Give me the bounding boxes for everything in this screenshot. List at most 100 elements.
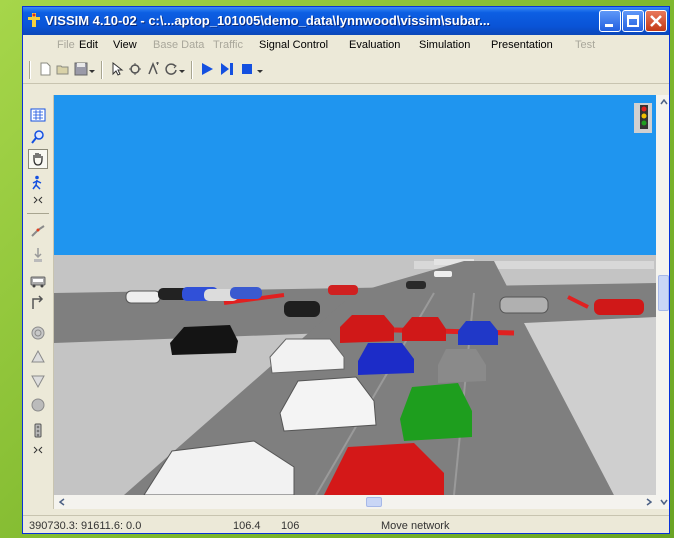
simulation-dropdown[interactable] bbox=[255, 61, 265, 77]
new-file-icon bbox=[40, 62, 51, 76]
vehicle-input-button[interactable] bbox=[28, 245, 48, 265]
rotate-icon bbox=[165, 63, 177, 75]
hand-pan-icon bbox=[33, 153, 43, 166]
warning-triangle-icon bbox=[31, 349, 45, 363]
menu-file[interactable]: File bbox=[57, 39, 75, 51]
vissim-app-icon bbox=[28, 13, 40, 27]
scroll-right-arrow[interactable] bbox=[641, 495, 656, 509]
pedestrian-icon bbox=[32, 175, 42, 190]
minimize-button[interactable] bbox=[599, 10, 621, 32]
detectors-button[interactable] bbox=[28, 395, 48, 415]
dropdown-arrow-icon bbox=[89, 70, 95, 73]
expand-arrows-icon bbox=[33, 196, 43, 204]
main-toolbar bbox=[23, 57, 669, 84]
link-connector-icon bbox=[31, 225, 45, 237]
simulation-scene bbox=[54, 95, 656, 495]
menu-presentation[interactable]: Presentation bbox=[491, 39, 553, 51]
expand-arrows-icon bbox=[33, 446, 43, 454]
scroll-up-arrow[interactable] bbox=[656, 95, 669, 109]
chevron-left-icon bbox=[58, 498, 64, 506]
step-button[interactable] bbox=[219, 61, 235, 77]
menu-evaluation[interactable]: Evaluation bbox=[349, 39, 400, 51]
maximize-icon bbox=[627, 15, 639, 27]
vissim-window: VISSIM 4.10-02 - c:\...aptop_101005\demo… bbox=[22, 6, 670, 534]
window-title: VISSIM 4.10-02 - c:\...aptop_101005\demo… bbox=[45, 13, 491, 28]
vertical-scroll-thumb[interactable] bbox=[658, 275, 669, 311]
sky bbox=[54, 95, 656, 257]
play-icon bbox=[202, 63, 213, 75]
title-bar[interactable]: VISSIM 4.10-02 - c:\...aptop_101005\demo… bbox=[23, 7, 669, 35]
vehicle-input-icon bbox=[34, 248, 42, 262]
status-coordinates: 390730.3: 91611.6: 0.0 bbox=[29, 520, 142, 532]
select-button[interactable] bbox=[109, 61, 125, 77]
expand-button[interactable] bbox=[28, 193, 48, 207]
dropdown-arrow-icon bbox=[257, 70, 263, 73]
rotate-dropdown[interactable] bbox=[177, 61, 187, 77]
minimize-icon bbox=[605, 24, 613, 27]
status-value-1: 106.4 bbox=[233, 520, 261, 532]
open-folder-icon bbox=[56, 65, 69, 75]
zoom-button[interactable] bbox=[28, 127, 48, 147]
close-icon bbox=[650, 15, 662, 27]
route-icon bbox=[32, 295, 44, 309]
fly-mode-icon bbox=[148, 62, 159, 75]
menu-test[interactable]: Test bbox=[575, 39, 595, 51]
expand-lower-button[interactable] bbox=[28, 443, 48, 457]
background-button[interactable] bbox=[28, 105, 48, 125]
priority-rules-button[interactable] bbox=[28, 347, 48, 367]
menu-base-data[interactable]: Base Data bbox=[153, 39, 204, 51]
status-bar: 390730.3: 91611.6: 0.0 106.4 106 Move ne… bbox=[23, 515, 669, 533]
rotate-view-icon bbox=[129, 63, 141, 75]
chevron-right-icon bbox=[646, 498, 652, 506]
chevron-down-icon bbox=[659, 499, 668, 505]
stop-icon bbox=[242, 64, 252, 74]
signal-heads-button[interactable] bbox=[28, 421, 48, 441]
save-dropdown[interactable] bbox=[87, 61, 97, 77]
play-button[interactable] bbox=[199, 61, 215, 77]
menu-signal-control[interactable]: Signal Control bbox=[259, 39, 328, 51]
maximize-button[interactable] bbox=[622, 10, 644, 32]
detector-circle-icon bbox=[31, 398, 45, 412]
pointer-arrow-icon bbox=[112, 62, 124, 76]
bus-icon bbox=[30, 276, 46, 288]
network-toolbar bbox=[23, 95, 54, 509]
toolbar-separator bbox=[191, 61, 193, 79]
links-button[interactable] bbox=[28, 221, 48, 241]
menu-simulation[interactable]: Simulation bbox=[419, 39, 470, 51]
chevron-up-icon bbox=[659, 99, 668, 105]
new-button[interactable] bbox=[37, 61, 53, 77]
yield-triangle-icon bbox=[31, 375, 45, 389]
menu-view[interactable]: View bbox=[113, 39, 137, 51]
pan-button[interactable] bbox=[28, 149, 48, 169]
status-value-2: 106 bbox=[281, 520, 300, 532]
close-button[interactable] bbox=[645, 10, 667, 32]
pedestrian-button[interactable] bbox=[28, 173, 48, 193]
scroll-down-arrow[interactable] bbox=[656, 495, 669, 509]
menu-bar: File Edit View Base Data Traffic Signal … bbox=[23, 35, 669, 57]
fly-mode-button[interactable] bbox=[145, 61, 161, 77]
stop-sign-icon bbox=[31, 326, 45, 340]
signal-head-icon bbox=[34, 423, 42, 438]
routes-button[interactable] bbox=[28, 293, 48, 313]
magnifier-icon bbox=[31, 130, 44, 144]
menu-edit[interactable]: Edit bbox=[79, 39, 98, 51]
horizontal-scrollbar[interactable] bbox=[54, 495, 656, 509]
scroll-left-arrow[interactable] bbox=[54, 495, 69, 509]
stop-button[interactable] bbox=[239, 61, 255, 77]
rotate-view-button[interactable] bbox=[127, 61, 143, 77]
stop-sign-button[interactable] bbox=[28, 323, 48, 343]
network-3d-view[interactable] bbox=[54, 95, 656, 495]
dropdown-arrow-icon bbox=[179, 70, 185, 73]
toolbar-separator bbox=[101, 61, 103, 79]
vehicle-types-button[interactable] bbox=[28, 271, 48, 291]
open-button[interactable] bbox=[55, 61, 71, 77]
horizontal-scroll-thumb[interactable] bbox=[366, 497, 382, 507]
toolbar-separator bbox=[29, 61, 31, 79]
menu-traffic[interactable]: Traffic bbox=[213, 39, 243, 51]
traffic-light-icon bbox=[634, 103, 652, 133]
vertical-scrollbar[interactable] bbox=[656, 95, 669, 495]
status-mode: Move network bbox=[381, 520, 450, 532]
save-disk-icon bbox=[74, 62, 88, 76]
step-forward-icon bbox=[221, 63, 233, 75]
yield-button[interactable] bbox=[28, 371, 48, 391]
